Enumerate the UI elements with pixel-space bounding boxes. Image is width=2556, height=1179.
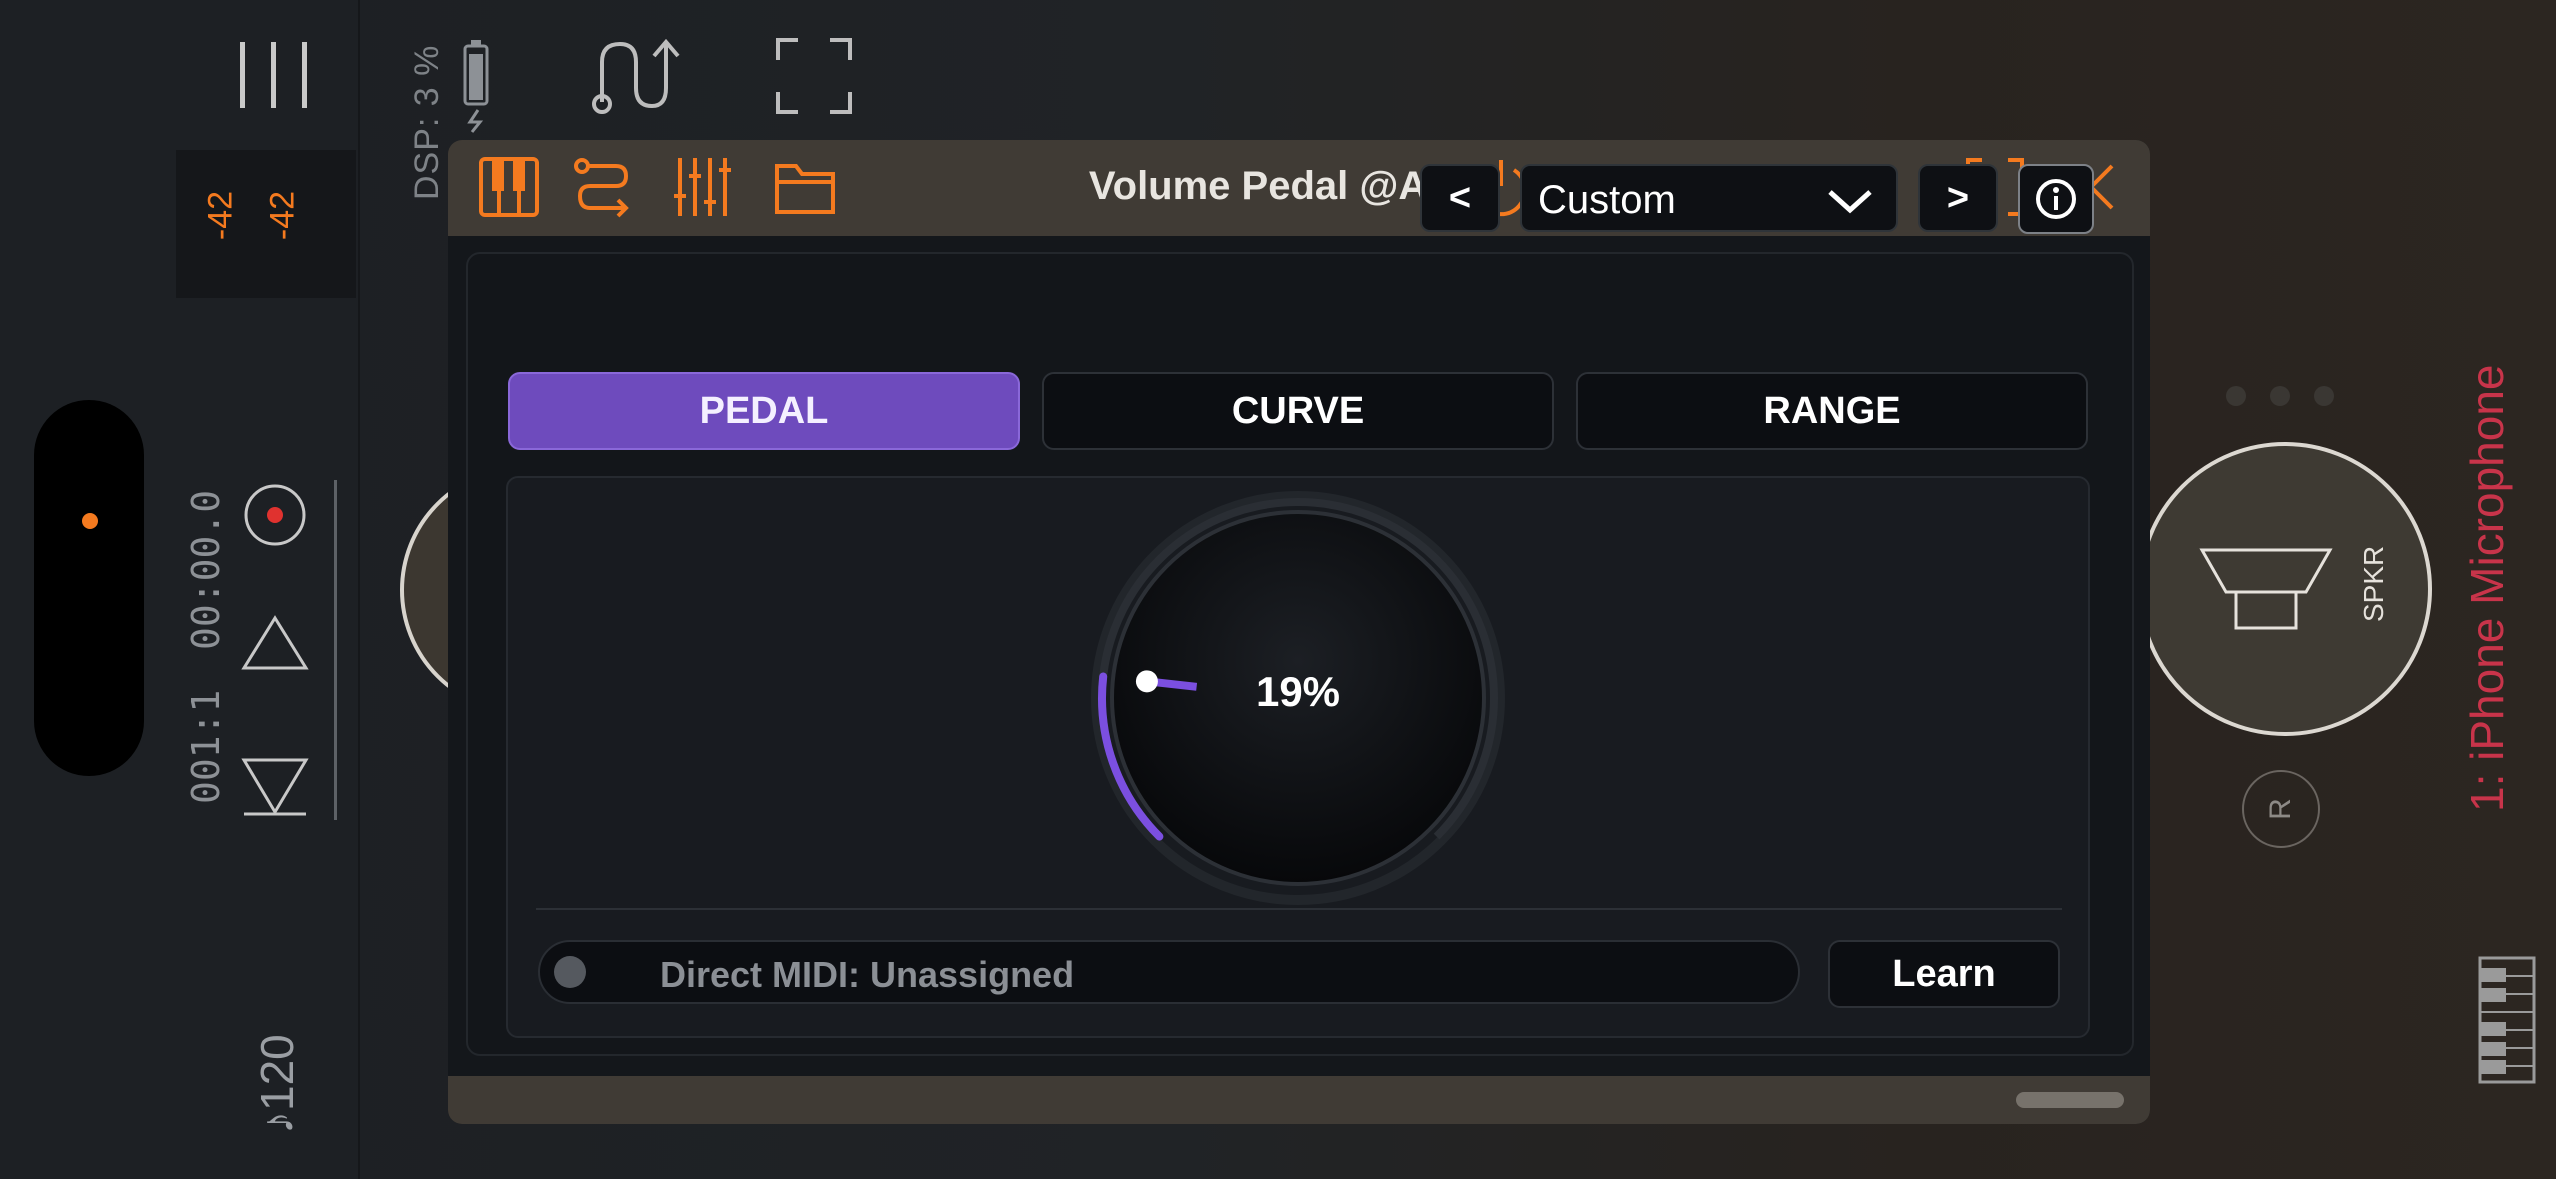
menu-icon[interactable] [236, 40, 312, 110]
play-icon[interactable] [240, 614, 310, 672]
input-device-label[interactable]: 1: iPhone Microphone [2460, 364, 2514, 812]
r-button-label: R [2263, 798, 2297, 820]
stop-icon[interactable] [240, 756, 310, 818]
r-button[interactable]: R [2242, 770, 2320, 848]
info-icon [2036, 179, 2076, 219]
tab-range[interactable]: RANGE [1576, 372, 2088, 450]
tab-pedal[interactable]: PEDAL [508, 372, 1020, 450]
pill-indicator-dot [82, 513, 98, 529]
knob-value: 19% [1255, 668, 1341, 715]
dsp-usage: DSP: 3 % [408, 44, 446, 200]
speaker-label: SPKR [2358, 545, 2389, 622]
preset-value: Custom [1538, 178, 1676, 222]
prev-preset-button[interactable]: < [1420, 164, 1500, 232]
panel-divider [536, 908, 2062, 910]
info-button[interactable] [2018, 164, 2094, 234]
time-position: 00:00.0 [184, 489, 228, 650]
more-dot [2270, 386, 2290, 406]
chevron-down-icon [1828, 190, 1872, 214]
midi-toggle[interactable] [554, 956, 586, 988]
direct-midi-bar[interactable]: Direct MIDI: Unassigned [538, 940, 1800, 1004]
learn-button[interactable]: Learn [1828, 940, 2060, 1008]
tempo-display[interactable]: ♪120 [250, 1034, 304, 1134]
fullscreen-icon[interactable] [776, 38, 852, 114]
record-button[interactable] [242, 482, 308, 548]
level-meter: -42 -42 [176, 150, 356, 298]
transport-divider [334, 480, 337, 820]
keyboard-icon[interactable] [2478, 956, 2536, 1084]
scroll-pill[interactable] [34, 400, 144, 776]
plugin-footer [448, 1076, 2150, 1124]
routing-icon[interactable] [586, 36, 680, 114]
bar-position: 001:1 [184, 689, 228, 804]
preset-select[interactable]: Custom [1520, 164, 1898, 232]
tab-curve[interactable]: CURVE [1042, 372, 1554, 450]
next-preset-button[interactable]: > [1918, 164, 1998, 232]
midi-label: Direct MIDI: Unassigned [660, 954, 1075, 995]
more-dot [2314, 386, 2334, 406]
meter-left-value: -42 [201, 190, 240, 241]
more-dot [2226, 386, 2246, 406]
resize-handle[interactable] [2016, 1092, 2124, 1108]
speaker-node[interactable]: SPKR [2138, 442, 2432, 736]
battery-icon [463, 40, 489, 133]
speaker-icon [2199, 548, 2333, 630]
meter-right-value: -42 [263, 190, 302, 241]
